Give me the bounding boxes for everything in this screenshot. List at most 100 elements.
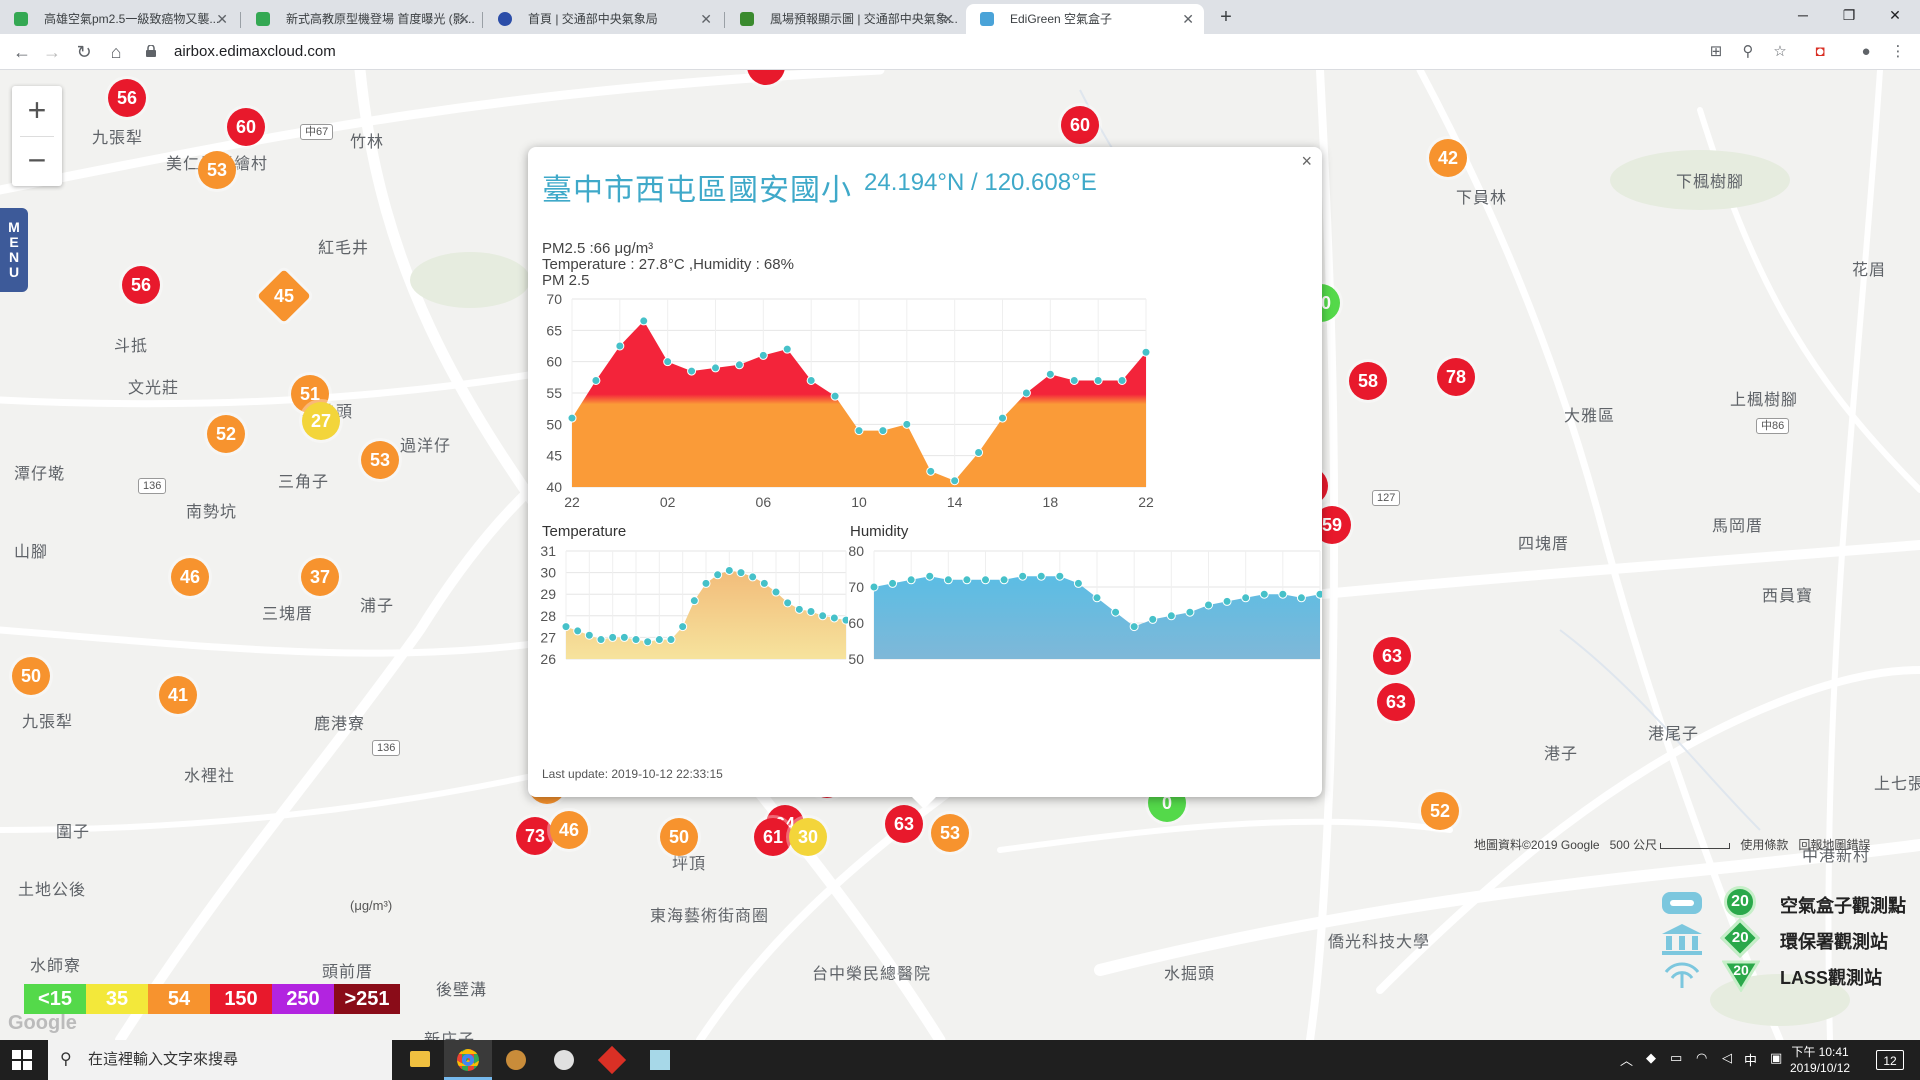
maximize-button[interactable]: ❐: [1826, 0, 1872, 30]
legend-airbox-row[interactable]: 20 空氣盒子觀測點: [1660, 884, 1920, 924]
data-point[interactable]: [782, 344, 792, 354]
data-point[interactable]: [830, 391, 840, 401]
data-point[interactable]: [1222, 596, 1232, 606]
data-point[interactable]: [689, 596, 699, 606]
address-bar[interactable]: airbox.edimaxcloud.com: [140, 38, 1740, 66]
tab-4[interactable]: 風場預報顯示圖 | 交通部中央氣象... ✕: [726, 4, 964, 34]
data-point[interactable]: [794, 604, 804, 614]
tray-volume-icon[interactable]: ◁: [1722, 1050, 1732, 1066]
sensor-marker[interactable]: 78: [1437, 358, 1475, 396]
chrome-icon[interactable]: [444, 1040, 492, 1080]
notifications-button[interactable]: 12: [1876, 1050, 1904, 1070]
legend-lass-row[interactable]: 20 LASS觀測站: [1660, 956, 1920, 996]
map-canvas[interactable]: 九張犁美仁里彩繪村竹林紅毛井斗抵文光莊北勢頭過洋仔三角子潭仔墘南勢坑山腳三塊厝浦…: [0, 70, 1920, 1040]
data-point[interactable]: [758, 350, 768, 360]
data-point[interactable]: [1092, 593, 1102, 603]
tray-chevron-icon[interactable]: ︿: [1620, 1050, 1633, 1069]
translate-icon[interactable]: ⊞: [1706, 42, 1726, 62]
bookmark-star-icon[interactable]: ☆: [1770, 42, 1790, 62]
data-point[interactable]: [591, 375, 601, 385]
sensor-marker[interactable]: 27: [302, 402, 340, 440]
data-point[interactable]: [1148, 614, 1158, 624]
data-point[interactable]: [734, 360, 744, 370]
report-error-link[interactable]: 回報地圖錯誤: [1798, 838, 1870, 852]
data-point[interactable]: [663, 357, 673, 367]
sensor-marker[interactable]: 63: [1377, 683, 1415, 721]
sensor-marker[interactable]: 42: [1429, 139, 1467, 177]
data-point[interactable]: [1069, 375, 1079, 385]
data-point[interactable]: [806, 606, 816, 616]
sensor-marker[interactable]: 30: [789, 818, 827, 856]
home-icon[interactable]: ⌂: [104, 40, 128, 64]
data-point[interactable]: [1315, 589, 1322, 599]
data-point[interactable]: [943, 575, 953, 585]
sensor-marker[interactable]: 46: [171, 558, 209, 596]
data-point[interactable]: [573, 626, 583, 636]
sensor-marker[interactable]: 53: [361, 441, 399, 479]
data-point[interactable]: [998, 413, 1007, 423]
minimize-button[interactable]: ─: [1780, 0, 1826, 30]
tray-wifi-icon[interactable]: ◠: [1696, 1050, 1707, 1066]
more-menu-icon[interactable]: ⋮: [1888, 42, 1908, 62]
sensor-marker[interactable]: 50: [12, 657, 50, 695]
sensor-marker[interactable]: 50: [660, 818, 698, 856]
reload-icon[interactable]: ↻: [72, 40, 96, 64]
sensor-marker[interactable]: 41: [159, 676, 197, 714]
data-point[interactable]: [1111, 607, 1121, 617]
data-point[interactable]: [678, 622, 688, 632]
ime-indicator[interactable]: 中: [1744, 1050, 1757, 1069]
tab-close-icon[interactable]: ✕: [700, 4, 712, 34]
sensor-marker[interactable]: 56: [122, 266, 160, 304]
data-point[interactable]: [759, 578, 769, 588]
sensor-marker[interactable]: 60: [227, 108, 265, 146]
data-point[interactable]: [925, 571, 935, 581]
data-point[interactable]: [567, 413, 577, 423]
profile-avatar-icon[interactable]: ●: [1856, 42, 1876, 62]
sensor-marker[interactable]: 61: [754, 818, 792, 856]
data-point[interactable]: [639, 316, 649, 326]
terms-link[interactable]: 使用條款: [1740, 838, 1788, 852]
data-point[interactable]: [643, 637, 653, 647]
data-point[interactable]: [902, 419, 912, 429]
data-point[interactable]: [818, 611, 828, 621]
data-point[interactable]: [950, 476, 960, 486]
menu-tab-button[interactable]: MENU: [0, 208, 28, 292]
sensor-marker[interactable]: 37: [301, 558, 339, 596]
data-point[interactable]: [1259, 589, 1269, 599]
data-point[interactable]: [878, 426, 888, 436]
data-point[interactable]: [687, 366, 697, 376]
data-point[interactable]: [724, 565, 734, 575]
data-point[interactable]: [1129, 622, 1139, 632]
data-point[interactable]: [701, 578, 711, 588]
popup-close-button[interactable]: ×: [1301, 151, 1312, 172]
tab-1[interactable]: 高雄空氣pm2.5一級致癌物又襲... ✕: [0, 4, 238, 34]
data-point[interactable]: [783, 598, 793, 608]
data-point[interactable]: [1278, 589, 1288, 599]
tray-shield-icon[interactable]: ◆: [1646, 1050, 1656, 1066]
tab-close-icon[interactable]: ✕: [1182, 4, 1194, 34]
sensor-marker[interactable]: 58: [1349, 362, 1387, 400]
data-point[interactable]: [1036, 571, 1046, 581]
tray-language-icon[interactable]: ▣: [1770, 1050, 1782, 1066]
data-point[interactable]: [1055, 571, 1065, 581]
sensor-marker[interactable]: 60: [1061, 106, 1099, 144]
data-point[interactable]: [999, 575, 1009, 585]
data-point[interactable]: [711, 363, 720, 373]
data-point[interactable]: [1073, 578, 1083, 588]
data-point[interactable]: [962, 575, 972, 585]
sensor-marker[interactable]: 46: [550, 811, 588, 849]
data-point[interactable]: [1185, 607, 1195, 617]
new-tab-button[interactable]: +: [1214, 4, 1238, 30]
data-point[interactable]: [974, 448, 984, 458]
data-point[interactable]: [1141, 347, 1151, 357]
data-point[interactable]: [608, 632, 618, 642]
data-point[interactable]: [631, 635, 641, 645]
data-point[interactable]: [1241, 593, 1251, 603]
forward-arrow-icon[interactable]: →: [40, 40, 64, 64]
zoom-in-button[interactable]: +: [12, 86, 62, 136]
zoom-out-button[interactable]: −: [12, 136, 62, 186]
data-point[interactable]: [1045, 369, 1055, 379]
data-point[interactable]: [926, 466, 936, 476]
app-icon-3[interactable]: [492, 1040, 540, 1080]
sensor-marker[interactable]: 52: [1421, 792, 1459, 830]
